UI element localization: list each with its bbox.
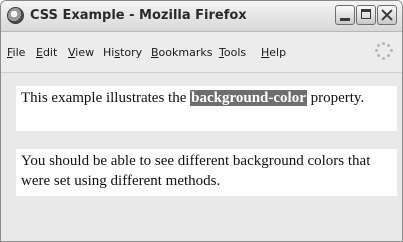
- menu-help[interactable]: Help: [261, 46, 286, 59]
- menu-tools-label: ools: [223, 46, 247, 59]
- menu-edit-label: dit: [42, 46, 58, 59]
- paragraph-intro: This example illustrates the background-…: [16, 86, 397, 131]
- menu-help-label: elp: [269, 46, 287, 59]
- firefox-globe-icon: [7, 7, 24, 24]
- menu-bookmarks[interactable]: Bookmarks: [151, 46, 212, 59]
- menu-view-label: iew: [75, 46, 95, 59]
- intro-text-start: This example illustrates the: [21, 90, 191, 106]
- menu-view[interactable]: View: [68, 46, 94, 59]
- menu-history[interactable]: History: [103, 46, 142, 59]
- menu-edit[interactable]: Edit: [36, 46, 57, 59]
- menu-file[interactable]: File: [7, 46, 25, 59]
- window-title: CSS Example - Mozilla Firefox: [30, 8, 247, 23]
- loading-throbber-icon: [375, 42, 393, 60]
- highlighted-term: background-color: [190, 90, 307, 106]
- menu-history-label-end: tory: [120, 46, 143, 59]
- menu-bookmarks-accel: B: [151, 46, 159, 59]
- title-bar[interactable]: CSS Example - Mozilla Firefox: [1, 1, 402, 32]
- browser-window: CSS Example - Mozilla Firefox File Edit …: [0, 0, 403, 242]
- menu-bar: File Edit View History Bookmarks Tools H…: [1, 32, 402, 73]
- maximize-button[interactable]: [356, 5, 376, 25]
- close-button[interactable]: [377, 5, 397, 25]
- menu-file-label: ile: [12, 46, 26, 59]
- paragraph-methods: You should be able to see different back…: [16, 149, 397, 196]
- intro-text-end: property.: [306, 90, 365, 106]
- minimize-button[interactable]: [335, 5, 355, 25]
- menu-bookmarks-label: ookmarks: [158, 46, 213, 59]
- menu-history-label-start: Hi: [103, 46, 115, 59]
- menu-tools[interactable]: Tools: [219, 46, 246, 59]
- page-content: This example illustrates the background-…: [1, 73, 402, 241]
- menu-edit-accel: E: [36, 46, 43, 59]
